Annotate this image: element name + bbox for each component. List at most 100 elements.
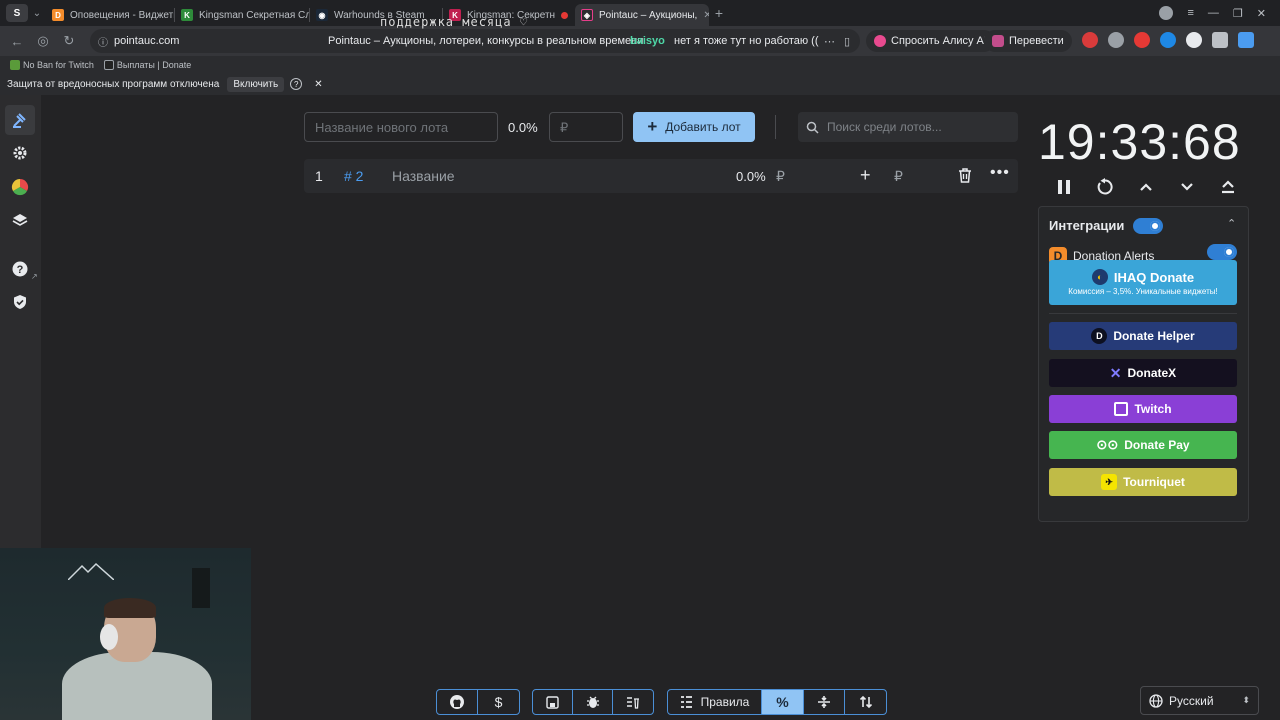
reset-icon[interactable] — [1091, 177, 1119, 197]
timer-controls — [1050, 177, 1242, 197]
pointauc-icon: ◈ — [581, 9, 593, 21]
minimize-icon[interactable]: — — [1208, 7, 1219, 19]
sort-icon[interactable] — [845, 690, 886, 714]
bookmark-no-ban[interactable]: No Ban for Twitch — [10, 59, 94, 70]
percent-mode-button[interactable]: % — [762, 690, 804, 714]
help-icon[interactable]: ? — [290, 78, 303, 90]
external-link-icon: ↗ — [31, 272, 38, 281]
twitch-button[interactable]: Twitch — [1049, 395, 1237, 423]
site-info-icon[interactable]: ⓘ — [98, 34, 108, 49]
new-tab-icon[interactable]: + — [709, 0, 729, 26]
language-select[interactable]: Русский ⬍ — [1140, 686, 1259, 715]
clear-list-icon[interactable] — [613, 690, 653, 714]
recording-dot-icon — [561, 11, 569, 19]
bookmark-icon — [103, 59, 114, 70]
close-infobar-icon[interactable]: ✕ — [314, 79, 322, 90]
plus-icon: + — [647, 117, 658, 136]
donate-helper-button[interactable]: D Donate Helper — [1049, 322, 1237, 350]
pause-icon[interactable] — [1050, 177, 1078, 197]
donate-helper-icon: D — [1091, 328, 1108, 344]
bottom-group-3: Правила % — [667, 689, 887, 715]
bookmark-payouts[interactable]: Выплаты | Donate — [103, 59, 191, 70]
wifi-icon[interactable] — [1160, 32, 1176, 48]
chevron-double-up-icon[interactable] — [1214, 177, 1242, 197]
ihaq-donate-button[interactable]: ◐ IHAQ Donate Комиссия – 3,5%. Уникальные… — [1049, 260, 1237, 305]
more-icon[interactable]: ••• — [990, 164, 1010, 182]
reload-icon[interactable]: ↻ — [56, 28, 82, 54]
tab-kingsman-1[interactable]: K Kingsman Секретная Слу — [175, 4, 309, 26]
integrations-toggle[interactable] — [1133, 218, 1163, 234]
close-tab-icon[interactable]: ✕ — [703, 10, 709, 21]
auction-icon[interactable] — [5, 105, 35, 135]
lot-row[interactable]: 1 # 2 Название 0.0% ₽ + ₽ ••• — [304, 159, 1018, 193]
add-lot-button[interactable]: + Добавить лот — [633, 112, 755, 142]
settings-icon[interactable] — [8, 141, 32, 165]
bookmark-label: No Ban for Twitch — [23, 59, 94, 70]
layers-icon[interactable] — [8, 208, 32, 232]
search-placeholder: Поиск среди лотов... — [827, 120, 942, 134]
new-lot-percent: 0.0% — [508, 120, 538, 135]
lot-amount-input[interactable]: ₽ — [776, 168, 785, 185]
new-lot-name-input[interactable] — [304, 112, 498, 142]
alice-button[interactable]: Спросить Алису AI — [866, 30, 995, 52]
donatex-button[interactable]: ✕ DonateX — [1049, 359, 1237, 387]
donate-pay-button[interactable]: ⊙⊙ Donate Pay — [1049, 431, 1237, 459]
play-icon[interactable] — [1186, 32, 1202, 48]
wheel-icon[interactable] — [8, 175, 32, 199]
ihaq-icon: ◐ — [1091, 269, 1108, 285]
new-lot-amount-input[interactable] — [549, 112, 623, 142]
donate-dollar-icon[interactable]: $ — [478, 690, 519, 714]
translate-button[interactable]: Перевести — [984, 30, 1072, 52]
browser-menu-icon[interactable]: S — [6, 4, 28, 22]
lot-id[interactable]: # 2 — [344, 168, 363, 184]
rules-icon — [680, 696, 692, 708]
lot-name-input[interactable]: Название — [392, 168, 455, 184]
chevron-up-icon[interactable] — [1132, 177, 1160, 197]
chevron-up-icon[interactable]: ⌃ — [1227, 217, 1236, 230]
back-icon[interactable]: ← — [4, 28, 30, 54]
enable-protection-button[interactable]: Включить — [227, 76, 285, 92]
close-window-icon[interactable]: ✕ — [1257, 7, 1266, 20]
rules-label: Правила — [700, 695, 750, 709]
bookmark-icon[interactable]: ▯ — [844, 35, 850, 48]
select-arrows-icon: ⬍ — [1242, 695, 1250, 705]
trash-icon[interactable] — [958, 168, 972, 186]
save-icon[interactable] — [533, 690, 573, 714]
infobar-message: Защита от вредоносных программ отключена — [7, 78, 220, 90]
lot-search[interactable]: Поиск среди лотов... — [798, 112, 1018, 142]
maximize-icon[interactable]: ❐ — [1233, 7, 1243, 20]
lot-add-amount-input[interactable]: ₽ — [894, 168, 903, 185]
donatex-label: DonateX — [1127, 366, 1177, 380]
browser-chrome: S ⌄ D Оповещения - Виджеты K Kingsman Се… — [0, 0, 1280, 95]
omnibox[interactable]: ⓘ pointauc.com Pointauc – Аукционы, лоте… — [90, 15, 860, 53]
bug-icon[interactable] — [573, 690, 613, 714]
github-icon[interactable] — [437, 690, 478, 714]
more-icon[interactable]: ⋯ — [824, 35, 835, 48]
chat-text: нет я тоже тут но работаю (( — [674, 35, 819, 47]
translate-icon — [992, 35, 1004, 47]
donation-alerts-toggle[interactable] — [1207, 244, 1237, 260]
security-infobar: Защита от вредоносных программ отключена… — [0, 73, 1280, 95]
rules-button[interactable]: Правила — [668, 690, 762, 714]
globe-icon[interactable] — [1108, 32, 1124, 48]
tab-donation-alerts[interactable]: D Оповещения - Виджеты — [46, 4, 174, 26]
tourniquet-button[interactable]: ✈ Tourniquet — [1049, 468, 1237, 496]
profile-icon[interactable] — [1159, 6, 1174, 20]
extension-icon[interactable] — [1212, 32, 1228, 48]
extension-icon[interactable] — [1082, 32, 1098, 48]
tab-list-icon[interactable]: ⌄ — [28, 0, 46, 26]
extension-icon[interactable] — [1238, 32, 1254, 48]
help-icon[interactable]: ? — [8, 257, 32, 281]
headphones — [100, 624, 118, 650]
stream-overlay-text: поддержка месяца ♡ — [380, 15, 529, 29]
tab-pointauc[interactable]: ◈ Pointauc – Аукционы, ✕ — [575, 4, 709, 26]
menu-icon[interactable]: ≡ — [1187, 7, 1193, 19]
add-amount-icon[interactable]: + — [860, 165, 871, 186]
bookmark-icon — [10, 59, 20, 70]
donate-helper-label: Donate Helper — [1113, 329, 1195, 343]
compress-icon[interactable] — [804, 690, 845, 714]
shield-check-icon[interactable] — [8, 290, 32, 314]
shield-icon[interactable]: ◎ — [30, 28, 56, 54]
extension-icon[interactable] — [1134, 32, 1150, 48]
chevron-down-icon[interactable] — [1173, 177, 1201, 197]
